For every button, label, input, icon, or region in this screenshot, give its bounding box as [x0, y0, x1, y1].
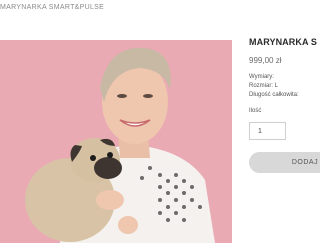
product-price: 999,00 zł [249, 56, 282, 65]
quantity-label: Ilość [249, 108, 262, 114]
product-title: MARYNARKA S [249, 37, 317, 47]
size-attribute: Rozmiar: L [249, 83, 279, 89]
breadcrumb[interactable]: MARYNARKA SMART&PULSE [0, 4, 104, 11]
length-attribute: Długość całkowita: [249, 92, 299, 98]
product-photo [0, 40, 232, 243]
quantity-input[interactable]: 1 [249, 122, 286, 140]
attributes-heading: Wymiary: [249, 74, 274, 80]
add-to-cart-button[interactable]: DODAJ D [249, 152, 320, 173]
